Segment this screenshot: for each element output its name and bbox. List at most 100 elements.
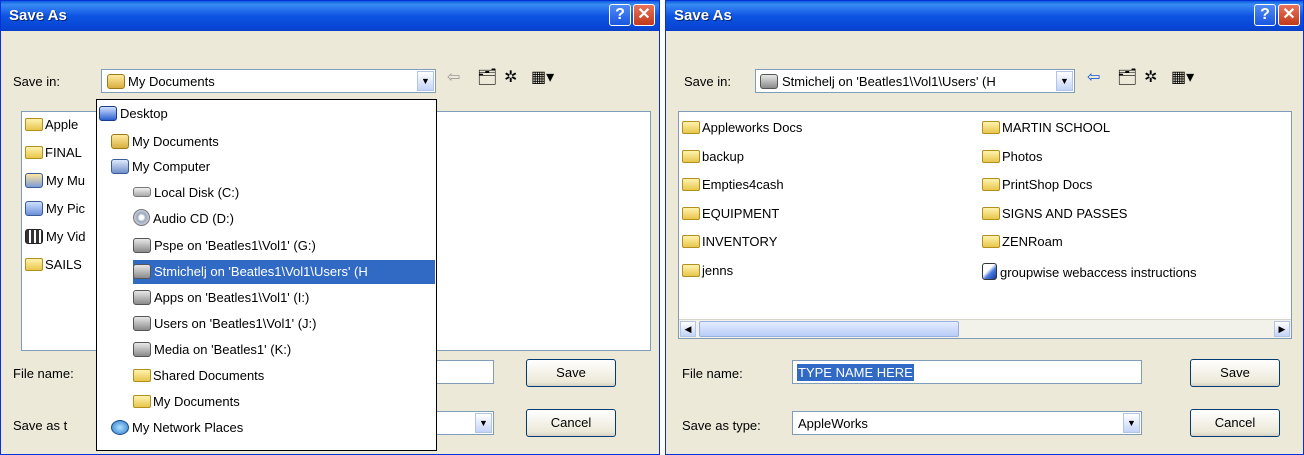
dropdown-item-desktop[interactable]: Desktop <box>99 102 437 126</box>
left-file-name-label: File name: <box>13 366 74 381</box>
left-save-button[interactable]: Save <box>526 359 616 387</box>
my-documents-icon <box>107 74 125 89</box>
left-save-as-dialog: Save As ? ✕ Save in: My Documents ▼ ⇦ 🗂 … <box>0 0 660 455</box>
chevron-down-icon[interactable]: ▼ <box>475 413 492 433</box>
network-drive-icon <box>133 290 151 305</box>
dropdown-item-network-drive-j[interactable]: Users on 'Beatles1\Vol1' (J:) <box>133 312 471 336</box>
left-close-button[interactable]: ✕ <box>633 4 655 26</box>
dropdown-item-my-documents-folder[interactable]: My Documents <box>133 390 471 414</box>
left-save-in-combo[interactable]: My Documents ▼ <box>101 69 436 93</box>
back-icon[interactable]: ⇦ <box>1087 67 1100 87</box>
list-item[interactable]: My Vid <box>25 229 86 244</box>
right-save-button[interactable]: Save <box>1190 359 1280 387</box>
folder-icon <box>982 235 1000 248</box>
right-file-list[interactable]: Appleworks Docs backup Empties4cash EQUI… <box>678 111 1292 339</box>
list-item[interactable]: Empties4cash <box>682 177 784 192</box>
left-dialog-title: Save As <box>9 7 67 24</box>
local-disk-icon <box>133 187 151 197</box>
right-dialog-title: Save As <box>674 7 732 24</box>
folder-icon <box>133 395 151 408</box>
right-cancel-button[interactable]: Cancel <box>1190 409 1280 437</box>
folder-icon <box>682 264 700 277</box>
list-item[interactable]: My Mu <box>25 173 85 188</box>
save-in-dropdown-list[interactable]: Desktop My Documents My Computer Local D… <box>96 99 437 451</box>
scroll-right-button[interactable]: ▶ <box>1274 321 1290 337</box>
dropdown-item-audio-cd[interactable]: Audio CD (D:) <box>133 207 471 231</box>
list-item[interactable]: MARTIN SCHOOL <box>982 120 1110 135</box>
folder-icon <box>982 150 1000 163</box>
right-file-name-input[interactable]: TYPE NAME HERE <box>792 360 1142 384</box>
left-help-button[interactable]: ? <box>609 4 631 26</box>
my-pictures-icon <box>25 201 43 216</box>
folder-icon <box>682 207 700 220</box>
document-icon <box>982 263 997 280</box>
right-save-as-dialog: Save As ? ✕ Save in: Stmichelj on 'Beatl… <box>665 0 1304 455</box>
list-item[interactable]: SAILS <box>25 257 82 272</box>
network-drive-icon <box>133 238 151 253</box>
right-save-in-combo[interactable]: Stmichelj on 'Beatles1\Vol1\Users' (H ▼ <box>755 69 1075 93</box>
up-folder-icon[interactable]: 🗂 <box>1117 67 1137 87</box>
list-item[interactable]: SIGNS AND PASSES <box>982 206 1127 221</box>
network-drive-icon <box>133 316 151 331</box>
right-save-as-type-label: Save as type: <box>682 418 761 433</box>
my-computer-icon <box>111 159 129 174</box>
folder-icon <box>982 207 1000 220</box>
network-drive-icon <box>133 342 151 357</box>
up-folder-icon[interactable]: 🗂 <box>477 67 497 87</box>
folder-icon <box>682 178 700 191</box>
list-item[interactable]: Photos <box>982 149 1042 164</box>
network-drive-icon <box>133 264 151 279</box>
list-item[interactable]: Appleworks Docs <box>682 120 802 135</box>
right-save-as-type-combo[interactable]: AppleWorks ▼ <box>792 411 1142 435</box>
list-item[interactable]: Apple <box>25 117 78 132</box>
dropdown-item-network-drive-h[interactable]: Stmichelj on 'Beatles1\Vol1\Users' (H <box>133 260 435 284</box>
dropdown-item-network-drive-i[interactable]: Apps on 'Beatles1\Vol1' (I:) <box>133 286 471 310</box>
left-cancel-button[interactable]: Cancel <box>526 409 616 437</box>
folder-icon <box>133 369 151 382</box>
right-title-bar[interactable]: Save As ? ✕ <box>666 1 1303 31</box>
dropdown-item-local-disk[interactable]: Local Disk (C:) <box>133 181 471 205</box>
desktop-icon <box>99 106 117 121</box>
list-item[interactable]: EQUIPMENT <box>682 206 779 221</box>
list-item[interactable]: jenns <box>682 263 733 278</box>
scroll-left-button[interactable]: ◀ <box>680 321 696 337</box>
list-item[interactable]: INVENTORY <box>682 234 777 249</box>
view-menu-icon[interactable]: ▦▾ <box>1171 67 1194 87</box>
list-item[interactable]: My Pic <box>25 201 85 216</box>
view-menu-icon[interactable]: ▦▾ <box>531 67 554 87</box>
right-save-in-label: Save in: <box>684 74 731 89</box>
new-folder-icon[interactable]: ✲ <box>504 67 517 87</box>
dropdown-item-network-drive-g[interactable]: Pspe on 'Beatles1\Vol1' (G:) <box>133 234 471 258</box>
back-icon[interactable]: ⇦ <box>447 67 460 87</box>
network-drive-icon <box>760 74 778 89</box>
left-save-in-label: Save in: <box>13 74 60 89</box>
dropdown-item-my-network-places[interactable]: My Network Places <box>111 416 449 440</box>
list-item[interactable]: backup <box>682 149 744 164</box>
my-videos-icon <box>25 229 43 244</box>
folder-icon <box>682 150 700 163</box>
dropdown-item-my-documents[interactable]: My Documents <box>111 130 449 154</box>
folder-icon <box>25 258 43 271</box>
chevron-down-icon[interactable]: ▼ <box>1123 413 1140 433</box>
list-item[interactable]: FINAL <box>25 145 82 160</box>
my-music-icon <box>25 173 43 188</box>
dropdown-item-network-drive-k[interactable]: Media on 'Beatles1' (K:) <box>133 338 471 362</box>
chevron-down-icon[interactable]: ▼ <box>1056 71 1073 91</box>
list-item[interactable]: ZENRoam <box>982 234 1063 249</box>
folder-icon <box>682 121 700 134</box>
right-file-name-label: File name: <box>682 366 743 381</box>
new-folder-icon[interactable]: ✲ <box>1144 67 1157 87</box>
list-item[interactable]: PrintShop Docs <box>982 177 1092 192</box>
right-help-button[interactable]: ? <box>1254 4 1276 26</box>
dropdown-item-shared-documents[interactable]: Shared Documents <box>133 364 471 388</box>
list-item[interactable]: groupwise webaccess instructions <box>982 263 1197 280</box>
left-save-as-type-label: Save as t <box>13 418 68 433</box>
dropdown-item-my-computer[interactable]: My Computer <box>111 155 449 179</box>
folder-icon <box>982 178 1000 191</box>
folder-icon <box>25 146 43 159</box>
horizontal-scrollbar[interactable]: ◀ ▶ <box>679 319 1291 338</box>
chevron-down-icon[interactable]: ▼ <box>417 71 434 91</box>
right-close-button[interactable]: ✕ <box>1278 4 1300 26</box>
scroll-thumb[interactable] <box>699 321 959 337</box>
left-title-bar[interactable]: Save As ? ✕ <box>1 1 659 31</box>
